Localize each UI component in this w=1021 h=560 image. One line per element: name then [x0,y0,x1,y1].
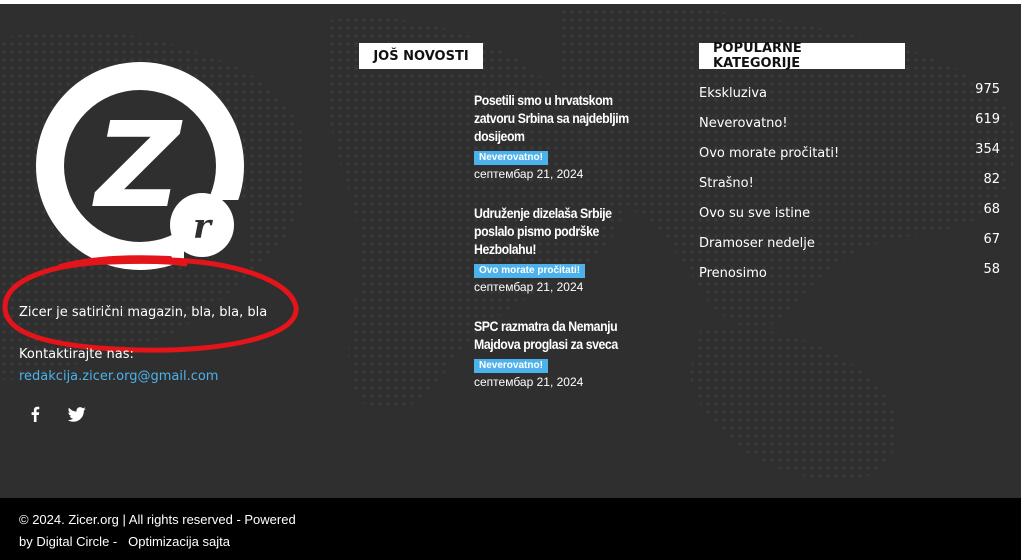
category-item[interactable]: Neverovatno! 619 [699,112,1000,132]
facebook-icon [31,406,40,422]
category-name[interactable]: Dramoser nedelje [699,236,815,251]
news-item-category-badge[interactable]: Neverovatno! [474,151,548,165]
news-item-date: септембар 21, 2024 [474,375,584,389]
powered-by-prefix: by [19,534,37,549]
category-name[interactable]: Ovo morate pročitati! [699,146,839,161]
news-item-title[interactable]: Posetili smo u hrvatskom zatvoru Srbina … [474,91,654,145]
category-name[interactable]: Prenosimo [699,266,767,281]
copyright-bar: © 2024. Zicer.org | All rights reserved … [0,498,1021,560]
category-item[interactable]: Prenosimo 58 [699,262,1000,282]
news-item-date: септембар 21, 2024 [474,280,584,294]
facebook-button[interactable] [25,404,45,424]
zicer-logo[interactable]: Z r [34,60,246,272]
category-name[interactable]: Neverovatno! [699,116,788,131]
footer: Z r Zicer je satirični magazin, bla, bla… [0,0,1021,498]
category-count: 619 [975,112,1000,127]
separator: - [109,534,121,549]
category-count: 975 [975,82,1000,97]
news-item-title[interactable]: Udruženje dizelaša Srbije poslalo pismo … [474,204,654,258]
news-item[interactable]: SPC razmatra da Nemanju Majdova proglasi… [474,317,654,389]
news-item[interactable]: Udruženje dizelaša Srbije poslalo pismo … [474,204,654,294]
news-item-category-badge[interactable]: Neverovatno! [474,359,548,373]
news-item-date: септембар 21, 2024 [474,167,584,181]
news-item-title[interactable]: SPC razmatra da Nemanju Majdova proglasi… [474,317,654,353]
category-count: 68 [983,202,1000,217]
contact-label: Kontaktirajte nas: [19,347,134,362]
news-item-category-badge[interactable]: Ovo morate pročitati! [474,264,586,278]
categories-section-title: POPULARNE KATEGORIJE [699,41,905,71]
news-item[interactable]: Posetili smo u hrvatskom zatvoru Srbina … [474,91,654,181]
news-section-title: JOŠ NOVOSTI [359,43,483,69]
copyright-text: © 2024. Zicer.org | All rights reserved … [19,509,319,553]
logo-letter: Z [91,96,183,234]
category-count: 354 [975,142,1000,157]
twitter-button[interactable] [67,404,87,424]
category-item[interactable]: Ekskluziva 975 [699,82,1000,102]
twitter-icon [68,406,86,422]
category-count: 58 [983,262,1000,277]
copyright-line: © 2024. Zicer.org | All rights reserved … [19,512,296,527]
category-name[interactable]: Ekskluziva [699,86,767,101]
category-item[interactable]: Ovo morate pročitati! 354 [699,142,1000,162]
category-item[interactable]: Strašno! 82 [699,172,1000,192]
category-name[interactable]: Strašno! [699,176,754,191]
category-count: 67 [983,232,1000,247]
logo-sub-letter: r [193,207,213,247]
about-description: Zicer je satirični magazin, bla, bla, bl… [19,305,268,320]
category-item[interactable]: Ovo su sve istine 68 [699,202,1000,222]
category-count: 82 [983,172,1000,187]
seo-link[interactable]: Optimizacija sajta [128,534,230,549]
category-item[interactable]: Dramoser nedelje 67 [699,232,1000,252]
contact-email-link[interactable]: redakcija.zicer.org@gmail.com [19,369,218,384]
category-name[interactable]: Ovo su sve istine [699,206,810,221]
digital-circle-link[interactable]: Digital Circle [36,534,109,549]
